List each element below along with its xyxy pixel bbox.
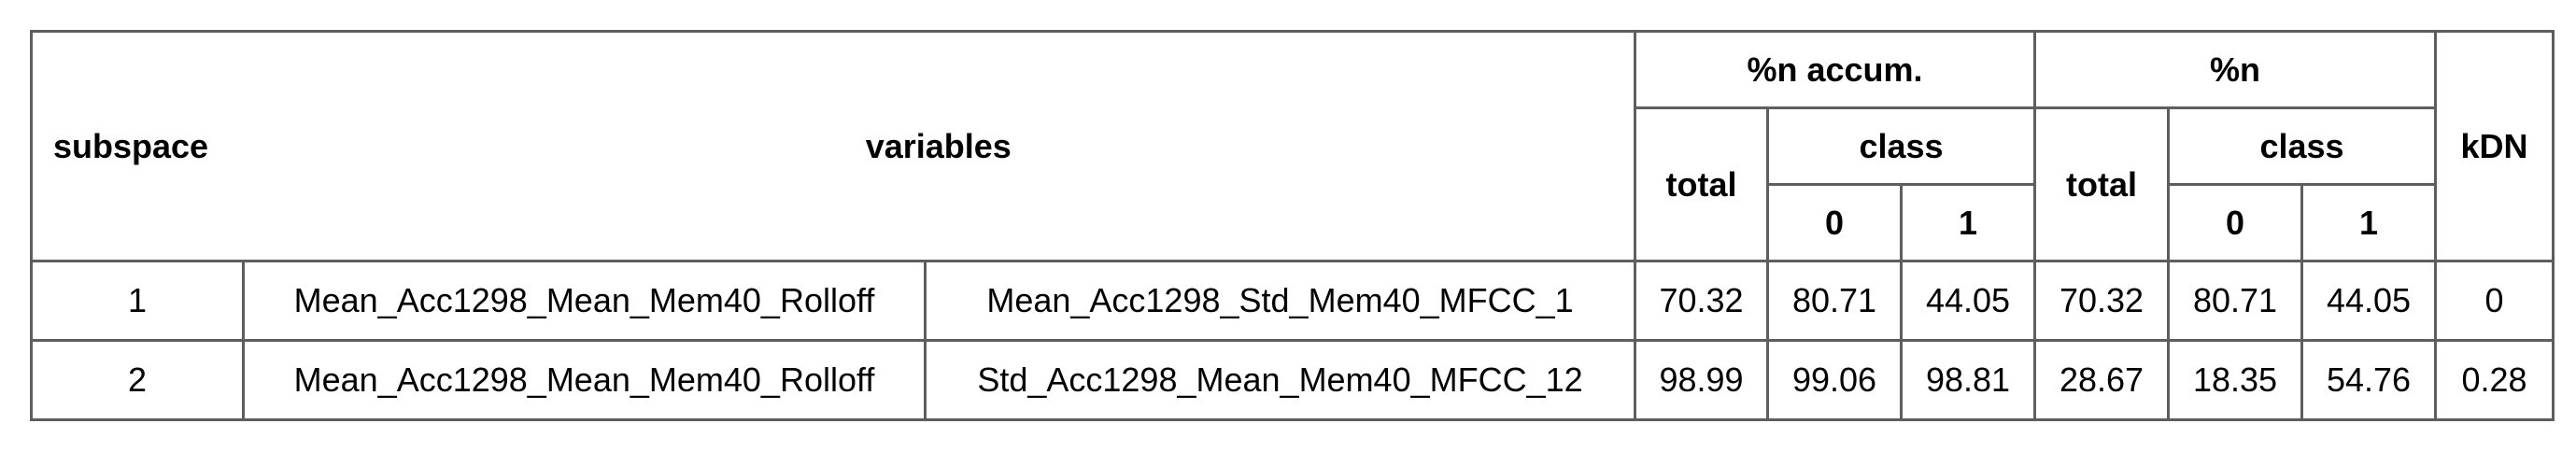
cell-accum-class-0: 99.06 — [1766, 339, 1903, 421]
header-n-total: total — [2033, 106, 2171, 262]
cell-n-class-1: 44.05 — [2300, 260, 2438, 342]
cell-accum-total: 70.32 — [1634, 260, 1769, 342]
table-body: 1 Mean_Acc1298_Mean_Mem40_Rolloff Mean_A… — [30, 260, 2555, 421]
cell-accum-class-1: 98.81 — [1899, 339, 2037, 421]
cell-n-total: 70.32 — [2033, 260, 2171, 342]
cell-subspace: 1 — [30, 260, 245, 342]
cell-n-class-0: 80.71 — [2167, 260, 2304, 342]
cell-n-class-0: 18.35 — [2167, 339, 2304, 421]
cell-variable-2: Mean_Acc1298_Std_Mem40_MFCC_1 — [924, 260, 1636, 342]
cell-accum-class-1: 44.05 — [1899, 260, 2037, 342]
cell-accum-total: 98.99 — [1634, 339, 1769, 421]
cell-variable-1: Mean_Acc1298_Mean_Mem40_Rolloff — [242, 260, 927, 342]
header-accum-class: class — [1765, 106, 2037, 186]
cell-n-total: 28.67 — [2033, 339, 2171, 421]
header-n-class-1: 1 — [2300, 183, 2438, 262]
cell-n-class-1: 54.76 — [2300, 339, 2438, 421]
header-variables: variables — [243, 30, 1636, 262]
cell-kdn: 0.28 — [2434, 339, 2555, 421]
header-n-class: class — [2167, 106, 2438, 186]
header-accum-total: total — [1634, 106, 1769, 262]
results-table: subspace variables %n accum. %n kDN tota… — [30, 30, 2555, 421]
header-subspace: subspace — [30, 30, 244, 262]
table-row: 1 Mean_Acc1298_Mean_Mem40_Rolloff Mean_A… — [30, 260, 2555, 342]
header-n-class-0: 0 — [2167, 183, 2304, 262]
header-row-1: subspace variables %n accum. %n kDN — [30, 30, 2555, 262]
header-accum-group: %n accum. — [1633, 30, 2037, 109]
cell-variable-2: Std_Acc1298_Mean_Mem40_MFCC_12 — [924, 339, 1636, 421]
table-row: 2 Mean_Acc1298_Mean_Mem40_Rolloff Std_Ac… — [30, 339, 2555, 421]
header-n-group: %n — [2033, 30, 2438, 109]
table-header: subspace variables %n accum. %n kDN tota… — [30, 30, 2555, 262]
header-accum-class-0: 0 — [1766, 183, 1903, 262]
cell-variable-1: Mean_Acc1298_Mean_Mem40_Rolloff — [242, 339, 927, 421]
cell-subspace: 2 — [30, 339, 245, 421]
header-kdn: kDN — [2434, 30, 2555, 262]
results-table-container: subspace variables %n accum. %n kDN tota… — [30, 30, 2555, 421]
cell-kdn: 0 — [2434, 260, 2555, 342]
header-accum-class-1: 1 — [1899, 183, 2037, 262]
cell-accum-class-0: 80.71 — [1766, 260, 1903, 342]
